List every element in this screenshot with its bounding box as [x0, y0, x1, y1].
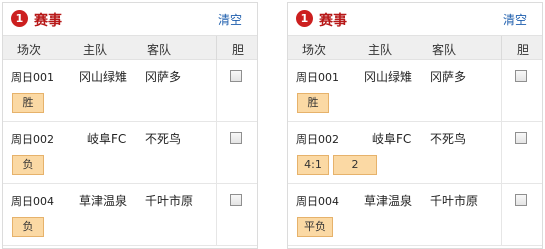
- table-row: 周日001 冈山绿雉 冈萨多 胜: [3, 60, 257, 122]
- bet-slip-panel-left: 1 赛事 清空 场次 主队 客队 胆 周日001 冈山绿雉 冈萨多 胜 周日00…: [2, 2, 258, 249]
- panel-header: 1 赛事 清空: [3, 3, 257, 35]
- column-divider: [501, 60, 502, 122]
- table-row: 周日002 岐阜FC 不死鸟 负: [3, 122, 257, 184]
- panel-title: 赛事: [319, 13, 347, 29]
- home-team: 冈山绿雉: [363, 70, 412, 84]
- table-header: 场次 主队 客队 胆: [3, 35, 257, 61]
- away-team: 不死鸟: [145, 132, 182, 146]
- column-header-banker: 胆: [232, 43, 245, 57]
- selection-chips: 负: [12, 155, 48, 175]
- clear-button[interactable]: 清空: [503, 11, 527, 28]
- column-header-home-team: 主队: [83, 43, 108, 57]
- home-team: 冈山绿雉: [78, 70, 127, 84]
- away-team: 冈萨多: [145, 70, 182, 84]
- home-team: 草津温泉: [78, 194, 127, 208]
- selection-chip[interactable]: 负: [12, 217, 44, 237]
- match-number: 周日001: [11, 71, 54, 84]
- banker-checkbox[interactable]: [230, 194, 242, 206]
- column-header-match-no: 场次: [17, 43, 42, 57]
- home-team: 岐阜FC: [372, 132, 412, 146]
- column-divider: [216, 184, 217, 246]
- away-team: 不死鸟: [430, 132, 467, 146]
- match-number: 周日002: [11, 133, 54, 146]
- column-divider: [501, 36, 502, 61]
- away-team: 千叶市原: [430, 194, 479, 208]
- selection-chip[interactable]: 负: [12, 155, 44, 175]
- selection-chip[interactable]: 4:1: [297, 155, 329, 175]
- selection-chip[interactable]: 平负: [297, 217, 333, 237]
- banker-checkbox[interactable]: [230, 132, 242, 144]
- table-row: 周日004 草津温泉 千叶市原 负: [3, 184, 257, 246]
- selection-chips: 胜: [297, 93, 333, 113]
- column-header-match-no: 场次: [302, 43, 327, 57]
- column-divider: [216, 122, 217, 184]
- column-divider: [216, 36, 217, 61]
- table-row: 周日001 冈山绿雉 冈萨多 胜: [288, 60, 542, 122]
- step-number-badge: 1: [296, 10, 313, 27]
- banker-checkbox[interactable]: [515, 132, 527, 144]
- table-header: 场次 主队 客队 胆: [288, 35, 542, 61]
- column-divider: [216, 60, 217, 122]
- clear-button[interactable]: 清空: [218, 11, 242, 28]
- selection-chips: 负: [12, 217, 48, 237]
- match-number: 周日004: [11, 195, 54, 208]
- selection-chips: 胜: [12, 93, 48, 113]
- column-header-away-team: 客队: [432, 43, 457, 57]
- column-divider: [501, 122, 502, 184]
- selection-chips: 平负: [297, 217, 337, 237]
- table-row: 周日002 岐阜FC 不死鸟 4:1 2: [288, 122, 542, 184]
- banker-checkbox[interactable]: [230, 70, 242, 82]
- away-team: 千叶市原: [145, 194, 194, 208]
- banker-checkbox[interactable]: [515, 194, 527, 206]
- match-number: 周日002: [296, 133, 339, 146]
- away-team: 冈萨多: [430, 70, 467, 84]
- column-header-away-team: 客队: [147, 43, 172, 57]
- column-header-home-team: 主队: [368, 43, 393, 57]
- table-row: 周日004 草津温泉 千叶市原 平负: [288, 184, 542, 246]
- panel-header: 1 赛事 清空: [288, 3, 542, 35]
- home-team: 草津温泉: [363, 194, 412, 208]
- selection-chip[interactable]: 胜: [297, 93, 329, 113]
- panel-title: 赛事: [34, 13, 62, 29]
- selection-chip[interactable]: 2: [333, 155, 377, 175]
- bet-slip-panel-right: 1 赛事 清空 场次 主队 客队 胆 周日001 冈山绿雉 冈萨多 胜 周日00…: [287, 2, 543, 249]
- column-divider: [501, 184, 502, 246]
- home-team: 岐阜FC: [87, 132, 127, 146]
- selection-chip[interactable]: 胜: [12, 93, 44, 113]
- match-number: 周日004: [296, 195, 339, 208]
- banker-checkbox[interactable]: [515, 70, 527, 82]
- match-number: 周日001: [296, 71, 339, 84]
- step-number-badge: 1: [11, 10, 28, 27]
- column-header-banker: 胆: [517, 43, 530, 57]
- selection-chips: 4:1 2: [297, 155, 381, 175]
